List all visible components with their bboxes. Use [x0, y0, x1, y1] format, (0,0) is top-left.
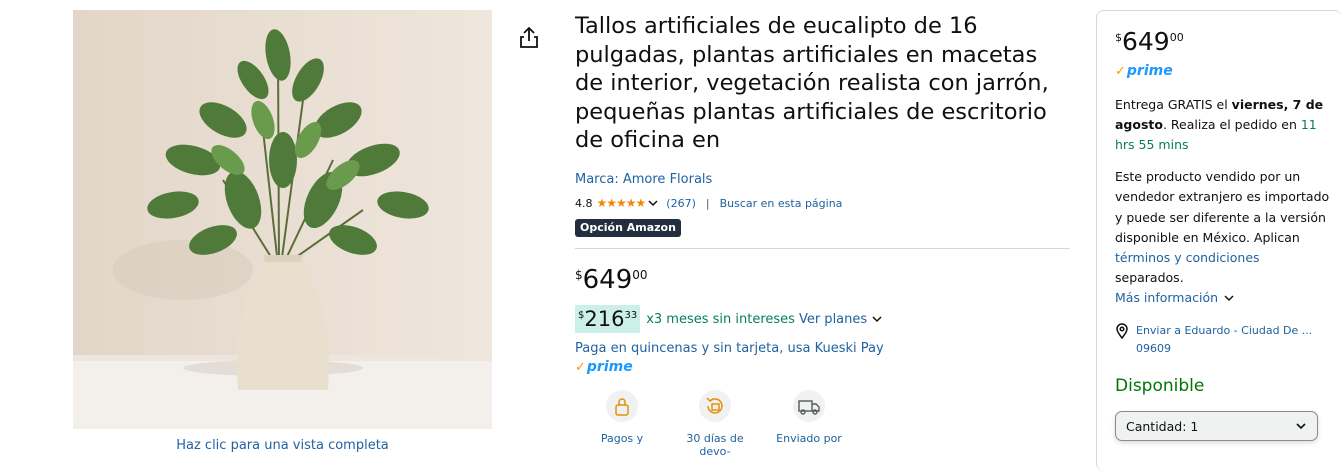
feature-label: Pagos y [600, 432, 644, 445]
more-info-label: Más información [1115, 290, 1219, 305]
prime-badge: ✓ prime [575, 359, 633, 375]
returns-icon [699, 390, 731, 422]
price-symbol: $ [575, 268, 583, 282]
rating-value: 4.8 [575, 196, 593, 210]
product-image[interactable] [73, 10, 492, 429]
delivery-location[interactable]: Enviar a Eduardo - Ciudad De ... 09609 [1115, 322, 1312, 358]
prime-label: prime [1126, 63, 1173, 79]
product-title: Tallos artificiales de eucalipto de 16 p… [575, 13, 1049, 153]
price-cents: 00 [632, 268, 648, 282]
feature-label: Enviado por [776, 432, 842, 445]
feature-shipped-by[interactable]: Enviado por [764, 390, 854, 445]
chevron-down-icon[interactable] [648, 198, 658, 208]
installment-text: x3 meses sin intereses [646, 311, 795, 327]
more-info-link[interactable]: Más información [1115, 290, 1234, 305]
installment-cents: 33 [624, 310, 638, 321]
secure-payment-icon [606, 390, 638, 422]
share-icon[interactable] [518, 26, 540, 50]
star-rating-icon[interactable]: ★★★★★ [597, 196, 647, 210]
prime-check-icon: ✓ [1115, 63, 1126, 79]
view-plans-link[interactable]: Ver planes [799, 312, 867, 327]
location-line1: Enviar a Eduardo - Ciudad De ... [1136, 324, 1313, 337]
notice-end: separados. [1115, 270, 1184, 286]
kueski-pay-link[interactable]: Paga en quincenas y sin tarjeta, usa Kue… [575, 341, 884, 356]
delivery-truck-icon [793, 390, 825, 422]
buybox-price-cents: 00 [1169, 31, 1184, 44]
availability-status: Disponible [1115, 376, 1205, 396]
buybox-price-symbol: $ [1115, 31, 1122, 44]
feature-returns[interactable]: 30 días de devo- [670, 390, 760, 458]
review-count-link[interactable]: (267) [666, 197, 696, 210]
notice-text: Este producto vendido por un vendedor ex… [1115, 169, 1330, 245]
brand-link[interactable]: Marca: Amore Florals [575, 172, 712, 187]
import-notice: Este producto vendido por un vendedor ex… [1115, 167, 1330, 289]
feature-label: 30 días de devo- [686, 432, 744, 458]
price: $ 649 00 [575, 265, 648, 295]
chevron-down-icon [1224, 294, 1234, 301]
quantity-label: Cantidad: [1126, 418, 1187, 434]
rating-row: 4.8 ★★★★★ (267) | Buscar en esta página [575, 195, 842, 211]
search-page-link[interactable]: Buscar en esta página [720, 197, 843, 210]
delivery-prefix: Entrega GRATIS el [1115, 97, 1232, 112]
chevron-down-icon[interactable] [872, 314, 882, 324]
location-pin-icon [1116, 323, 1128, 339]
prime-label: prime [586, 359, 633, 375]
buybox-price-whole: 649 [1122, 27, 1170, 56]
delivery-mid: . Realiza el pedido en [1162, 117, 1301, 132]
installment-price: $ 216 33 [575, 305, 641, 333]
price-whole: 649 [582, 265, 633, 295]
delivery-info: Entrega GRATIS el viernes, 7 de agosto. … [1115, 95, 1325, 155]
chevron-down-icon [1296, 423, 1306, 430]
buybox-prime-badge: ✓ prime [1115, 63, 1173, 79]
divider [575, 248, 1070, 249]
quantity-select[interactable]: Cantidad: 1 [1115, 411, 1318, 441]
installment-row: $ 216 33 x3 meses sin intereses Ver plan… [575, 305, 882, 333]
installment-whole: 216 [584, 307, 625, 331]
amazon-choice-badge: Opción Amazon [575, 219, 681, 237]
location-line2: 09609 [1136, 342, 1171, 355]
separator: | [705, 196, 710, 210]
quantity-value: 1 [1190, 418, 1199, 434]
buybox-price: $ 649 00 [1115, 28, 1184, 56]
terms-link[interactable]: términos y condiciones [1115, 250, 1260, 265]
feature-secure-payment[interactable]: Pagos y [577, 390, 667, 445]
prime-check-icon: ✓ [575, 359, 586, 375]
image-caption-link[interactable]: Haz clic para una vista completa [73, 438, 492, 453]
